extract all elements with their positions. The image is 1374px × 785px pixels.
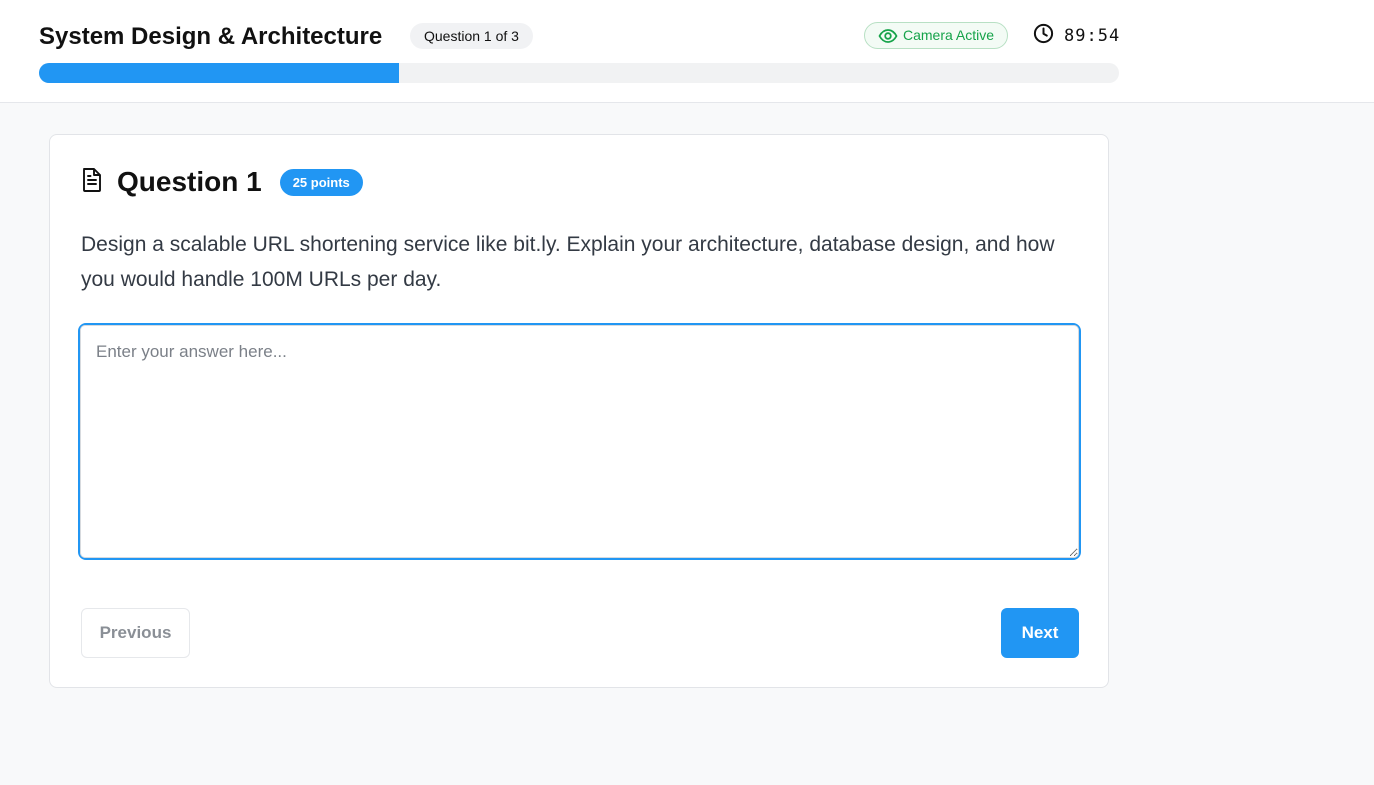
- answer-field-wrapper: [78, 323, 1081, 560]
- question-card: Question 1 25 points Design a scalable U…: [49, 134, 1109, 688]
- header-bar: System Design & Architecture Question 1 …: [0, 0, 1374, 103]
- progress-fill: [39, 63, 399, 83]
- question-title: Question 1: [117, 166, 262, 197]
- camera-status-label: Camera Active: [903, 27, 995, 43]
- exam-title: System Design & Architecture: [39, 23, 383, 50]
- clock-icon: [1033, 23, 1054, 49]
- question-header: Question 1 25 points: [81, 165, 363, 199]
- exam-progress-bar: [39, 63, 1119, 83]
- previous-button[interactable]: Previous: [81, 608, 190, 658]
- next-button[interactable]: Next: [1001, 608, 1079, 658]
- countdown-timer: 89:54: [1033, 23, 1121, 49]
- document-icon: [81, 167, 103, 198]
- points-badge: 25 points: [279, 168, 363, 196]
- question-counter-badge: Question 1 of 3: [410, 23, 533, 49]
- eye-icon: [878, 28, 898, 43]
- timer-value: 89:54: [1064, 26, 1121, 46]
- camera-status-badge: Camera Active: [864, 22, 1009, 49]
- question-text: Design a scalable URL shortening service…: [81, 233, 1055, 291]
- answer-textarea[interactable]: [80, 325, 1079, 558]
